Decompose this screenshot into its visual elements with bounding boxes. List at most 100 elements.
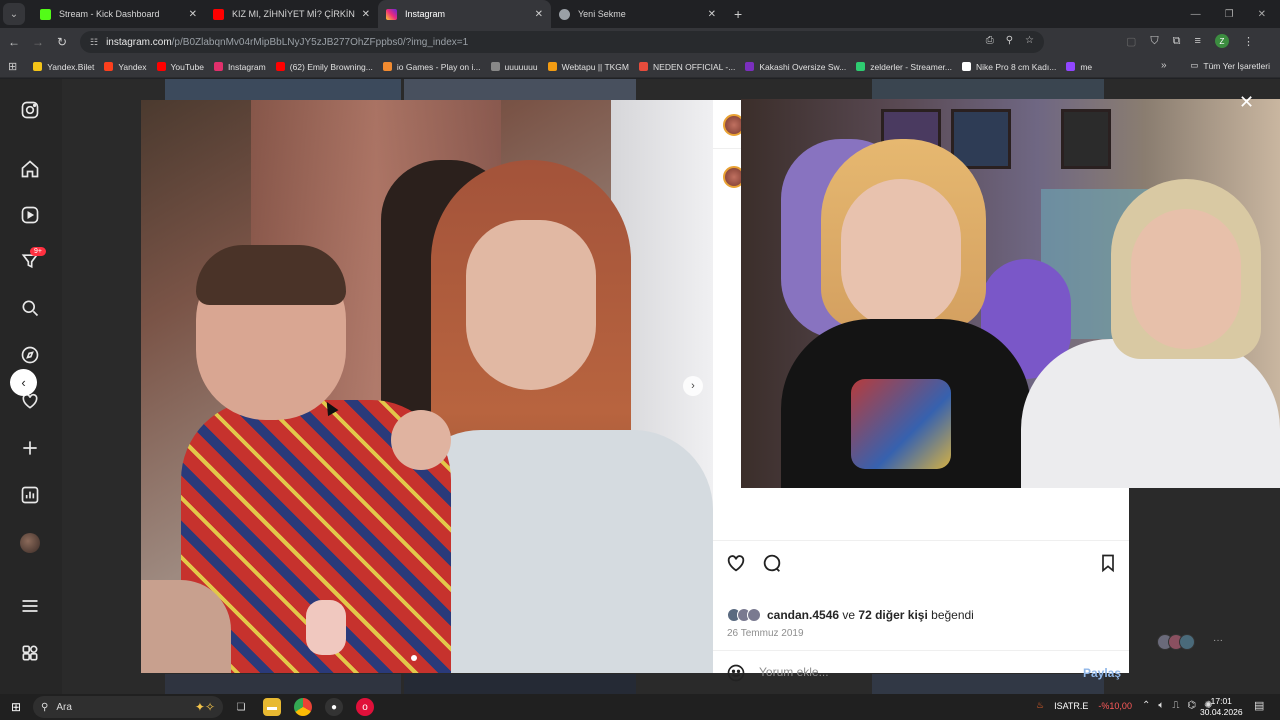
file-explorer-icon[interactable]: ▬ (263, 698, 281, 716)
explore-compass-icon[interactable] (20, 345, 40, 365)
like-heart-icon[interactable] (725, 552, 747, 579)
bookmark-favicon-icon (962, 62, 972, 71)
bookmark-star-icon[interactable]: ☆ (1025, 35, 1034, 46)
tab-close-icon[interactable]: ✕ (535, 9, 543, 20)
guest-face (1131, 209, 1241, 349)
extensions-puzzle-icon[interactable]: ⧉ (1173, 35, 1181, 48)
bookmark-item[interactable]: YouTube (156, 61, 204, 72)
emoji-icon[interactable] (726, 663, 746, 688)
stock-ticker[interactable]: ISATR.E (1054, 701, 1088, 711)
create-plus-icon[interactable] (20, 438, 40, 458)
tab-strip: ⌄ Stream - Kick Dashboard ✕ KIZ MI, ZİHN… (0, 0, 1280, 28)
bookmark-item[interactable]: Yandex.Bilet (33, 62, 94, 72)
chrome-icon[interactable] (294, 698, 312, 716)
liked-suffix: beğendi (931, 608, 974, 622)
tray-chevron-icon[interactable]: ⌃ (1142, 700, 1150, 711)
profile-avatar[interactable]: Z (1214, 34, 1229, 48)
others-count[interactable]: 72 diğer kişi (858, 608, 927, 622)
tab-kick-dashboard[interactable]: Stream - Kick Dashboard ✕ (32, 0, 205, 28)
minimize-icon[interactable]: — (1191, 9, 1201, 20)
opera-icon[interactable]: o (356, 698, 374, 716)
notification-center-icon[interactable]: ▤ (1254, 699, 1264, 712)
install-app-icon[interactable]: ⎙ (986, 35, 994, 46)
maximize-icon[interactable]: ❐ (1225, 9, 1234, 20)
bookmark-item[interactable]: io Games - Play on i... (382, 62, 481, 72)
shield-icon[interactable]: ⛉ (1150, 35, 1158, 48)
instagram-page: 9+ › candan.4546 ve 72 diğer kişi beğend… (0, 79, 1280, 694)
close-modal-icon[interactable]: ✕ (1239, 92, 1254, 113)
tab-search-button[interactable]: ⌄ (3, 3, 25, 25)
zoom-icon[interactable]: ⚲ (1006, 35, 1013, 46)
reload-icon[interactable]: ↻ (50, 35, 74, 49)
bookmark-item[interactable]: Instagram (213, 61, 266, 72)
menu-kebab-icon[interactable]: ⋮ (1243, 35, 1254, 48)
bookmark-item[interactable]: (62) Emily Browning... (275, 62, 373, 72)
bookmark-favicon-icon (1066, 62, 1076, 71)
obs-icon[interactable]: ● (325, 698, 343, 716)
carousel-next-button[interactable]: › (683, 376, 703, 396)
tab-close-icon[interactable]: ✕ (189, 9, 197, 20)
messages-avatars[interactable] (1157, 634, 1195, 650)
omnibox[interactable]: ☷ instagram.com/p/B0ZlabqnMv04rMipBbLNyJ… (80, 31, 1044, 53)
bookmarks-bar: ⊞ Yandex.Bilet Yandex YouTube Instagram (62)… (0, 56, 1280, 78)
site-info-icon[interactable]: ☷ (90, 37, 98, 48)
instagram-logo-icon[interactable] (20, 100, 40, 120)
bookmark-list: Yandex.Bilet Yandex YouTube Instagram (62) E… (33, 62, 1102, 72)
microphone-icon[interactable]: ⎍ (1172, 700, 1179, 711)
taskbar-search[interactable]: ⚲ Ara ✦✧ (33, 696, 223, 718)
all-bookmarks-folder[interactable]: ▭ Tüm Yer İşaretleri (1190, 60, 1270, 71)
home-icon[interactable] (20, 159, 40, 179)
post-photo[interactable] (141, 100, 713, 673)
bookmark-label: Instagram (227, 61, 266, 72)
windows-start-icon[interactable]: ⊞ (0, 700, 32, 714)
stock-flame-icon: ♨ (1036, 700, 1045, 710)
tab-title: Yeni Sekme (578, 9, 626, 19)
likes-summary[interactable]: candan.4546 ve 72 diğer kişi beğendi (727, 608, 974, 622)
close-window-icon[interactable]: ✕ (1258, 9, 1266, 20)
apps-grid-icon[interactable]: ⊞ (8, 60, 17, 73)
forward-icon[interactable]: → (26, 35, 50, 49)
bookmark-label: Kakashi Oversize Sw... (759, 61, 847, 72)
tab-close-icon[interactable]: ✕ (362, 9, 370, 20)
tab-new-tab[interactable]: Yeni Sekme ✕ (551, 0, 724, 28)
bookmark-favicon-icon (490, 62, 500, 71)
bookmarks-overflow-icon[interactable]: » (1161, 60, 1167, 71)
comment-bubble-icon[interactable] (761, 552, 783, 579)
bookmark-item[interactable]: me (1066, 62, 1092, 72)
bookmark-item[interactable]: Yandex (104, 62, 147, 72)
also-from-meta-icon[interactable] (20, 643, 40, 663)
search-icon[interactable] (20, 298, 40, 318)
liker-username[interactable]: candan.4546 (767, 608, 839, 622)
bookmark-item[interactable]: uuuuuuu (490, 62, 538, 72)
tab-youtube-video[interactable]: KIZ MI, ZİHNİYET Mİ? ÇİRKİN D ✕ (205, 0, 378, 28)
new-tab-button[interactable]: + (734, 6, 742, 22)
tab-instagram[interactable]: Instagram ✕ (378, 0, 551, 28)
media-icon[interactable]: ≡ (1195, 35, 1201, 47)
post-prev-button[interactable]: ‹ (10, 369, 37, 396)
bookmark-label: YouTube (170, 61, 204, 72)
task-view-icon[interactable]: ❏ (232, 698, 250, 716)
bookmark-item[interactable]: zelderler - Streamer... (856, 62, 952, 72)
extension-icon[interactable]: ▢ (1126, 35, 1136, 48)
url-text: instagram.com/p/B0ZlabqnMv04rMipBbLNyJY5… (106, 37, 468, 48)
feed-thumb (165, 674, 401, 694)
bookmark-item[interactable]: Webtapu || TKGM (547, 62, 629, 72)
more-menu-icon[interactable] (20, 596, 40, 616)
clock[interactable]: 17:01 30.04.2026 (1200, 696, 1243, 718)
save-bookmark-icon[interactable] (1098, 552, 1118, 579)
bookmark-item[interactable]: NEDEN OFFICIAL -... (639, 62, 735, 72)
profile-avatar[interactable] (20, 533, 40, 553)
comment-input[interactable] (759, 664, 1079, 680)
dashboard-chart-icon[interactable] (20, 485, 40, 505)
bookmark-item[interactable]: Kakashi Oversize Sw... (745, 62, 846, 72)
network-icon[interactable]: ⌬ (1187, 700, 1196, 711)
post-date[interactable]: 26 Temmuz 2019 (727, 628, 804, 639)
back-icon[interactable]: ← (2, 35, 26, 49)
volume-icon[interactable]: 🔈︎ (1158, 700, 1164, 711)
bookmark-item[interactable]: Nike Pro 8 cm Kadı... (962, 62, 1056, 72)
messages-more-icon[interactable]: ··· (1213, 635, 1223, 646)
reels-icon[interactable] (20, 205, 40, 225)
tab-close-icon[interactable]: ✕ (708, 9, 716, 20)
panel-divider (713, 540, 1129, 541)
post-comment-button[interactable]: Paylaş (1083, 666, 1121, 680)
